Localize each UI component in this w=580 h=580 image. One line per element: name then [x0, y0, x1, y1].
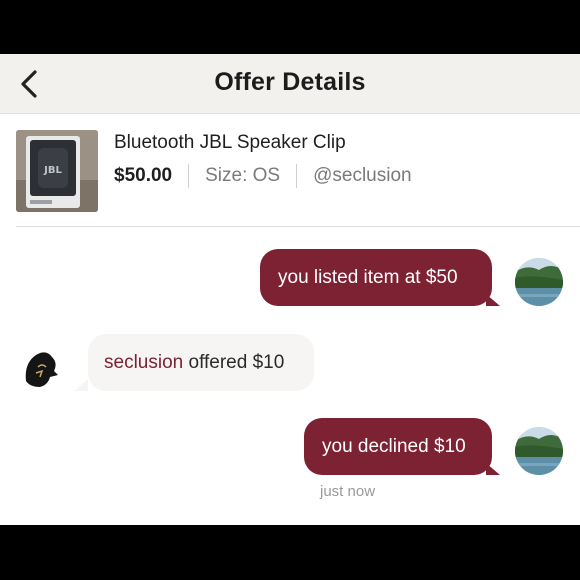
buyer-username[interactable]: seclusion: [104, 352, 183, 373]
item-meta: $50.00 Size: OS @seclusion: [114, 163, 412, 189]
section-divider: [16, 226, 580, 227]
my-avatar[interactable]: [515, 427, 563, 475]
bubble-tail: [74, 379, 88, 391]
item-price: $50.00: [114, 165, 173, 186]
meta-divider: [188, 164, 190, 188]
item-title: Bluetooth JBL Speaker Clip: [114, 132, 346, 153]
svg-text:JBL: JBL: [43, 165, 62, 176]
header-bar: Offer Details: [0, 54, 580, 114]
bubble-tail: [486, 294, 500, 306]
page-title: Offer Details: [214, 68, 366, 96]
bubble-tail: [486, 463, 500, 475]
speaker-product-image[interactable]: JBL: [16, 130, 98, 212]
listing-summary[interactable]: JBL Bluetooth JBL Speaker Clip $50.00 Si…: [0, 114, 580, 226]
seller-username[interactable]: @seclusion: [313, 165, 412, 187]
offer-details-screen: Offer Details JBL Bluetooth JBL Speaker …: [0, 54, 580, 525]
message-bubble-declined: you declined $10: [304, 418, 492, 475]
message-bubble-offer: seclusion offered $10: [88, 334, 314, 391]
buyer-avatar[interactable]: [18, 341, 66, 389]
message-text: seclusion offered $10: [104, 351, 285, 373]
message-text: you listed item at $50: [278, 266, 458, 288]
message-text: you declined $10: [322, 435, 466, 457]
item-size: Size: OS: [205, 165, 281, 186]
message-timestamp: just now: [320, 483, 376, 500]
meta-divider: [296, 164, 298, 188]
message-bubble-listed: you listed item at $50: [260, 249, 492, 306]
my-avatar[interactable]: [515, 258, 563, 306]
